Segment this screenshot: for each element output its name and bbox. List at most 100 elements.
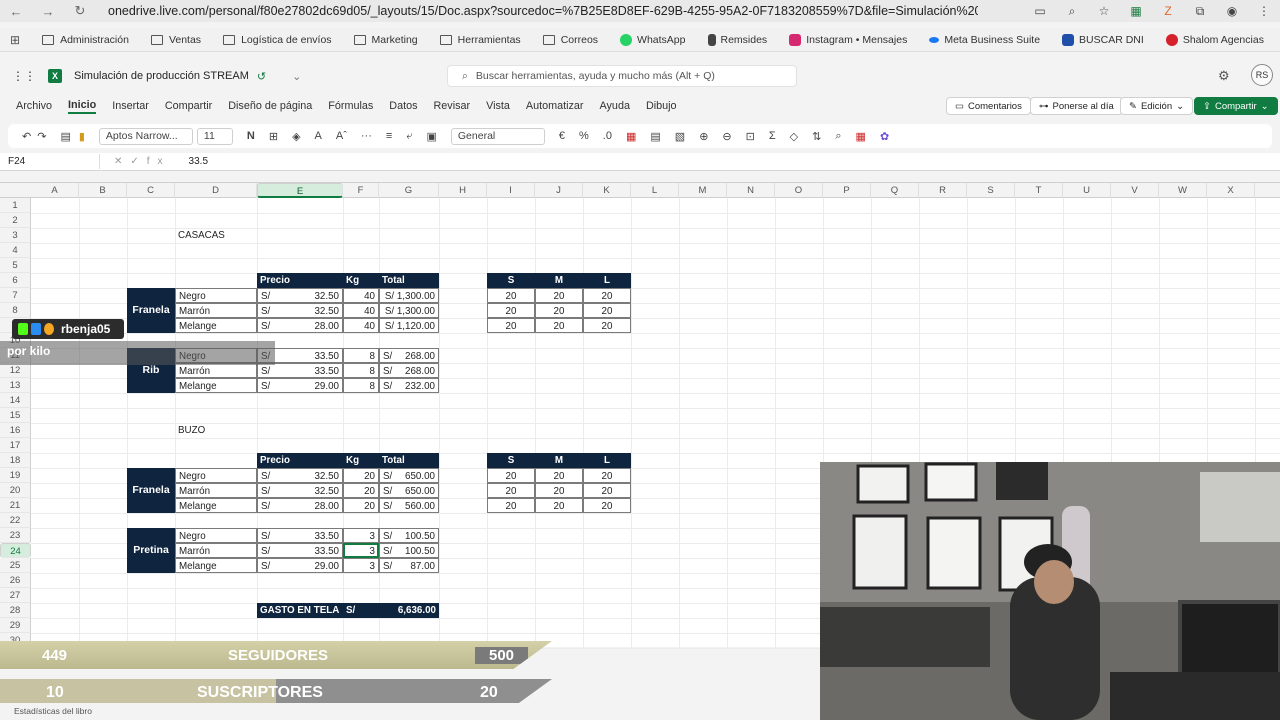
format-painter-icon[interactable]: ▮ — [79, 130, 85, 143]
size-qty-cell[interactable]: 20 — [487, 303, 535, 318]
font-size-increase-icon[interactable]: Aˆ — [336, 130, 347, 142]
size-qty-cell[interactable]: 20 — [535, 303, 583, 318]
column-header-E[interactable]: E — [257, 183, 343, 198]
profile-icon[interactable]: ◉ — [1216, 4, 1248, 18]
column-header-T[interactable]: T — [1015, 183, 1063, 198]
price-cell[interactable]: 32.50 S/ — [257, 468, 343, 483]
header-size-l[interactable]: L — [583, 273, 631, 288]
apps-icon[interactable]: ⊞ — [10, 33, 20, 47]
total-cell[interactable]: 232.00 S/ — [379, 378, 439, 393]
tab-ayuda[interactable]: Ayuda — [600, 100, 630, 112]
total-cell[interactable]: 560.00 S/ — [379, 498, 439, 513]
row-header-24[interactable]: 24 — [0, 543, 31, 558]
column-header-M[interactable]: M — [679, 183, 727, 198]
tab-dibujo[interactable]: Dibujo — [646, 100, 677, 112]
row-header-18[interactable]: 18 — [0, 453, 31, 468]
row-header-23[interactable]: 23 — [0, 528, 31, 543]
size-qty-cell[interactable]: 20 — [583, 303, 631, 318]
row-header-3[interactable]: 3 — [0, 228, 31, 243]
row-header-12[interactable]: 12 — [0, 363, 31, 378]
bookmark-administracion[interactable]: Administración — [42, 34, 129, 46]
price-cell[interactable]: 28.00 S/ — [257, 318, 343, 333]
decimals-icon[interactable]: .0 — [603, 130, 612, 142]
kg-cell[interactable]: 3 — [343, 543, 379, 558]
percent-icon[interactable]: % — [579, 130, 589, 142]
extension-excel-icon[interactable]: ▦ — [1120, 4, 1152, 18]
tab-compartir[interactable]: Compartir — [165, 100, 212, 112]
total-cell[interactable]: S/ 1,120.00 — [379, 318, 439, 333]
category-franela[interactable]: Franela — [127, 288, 175, 333]
size-qty-cell[interactable]: 20 — [583, 498, 631, 513]
size-qty-cell[interactable]: 20 — [535, 468, 583, 483]
formula-input[interactable]: 33.5 — [189, 156, 208, 167]
section-title-buzo[interactable]: BUZO — [175, 423, 257, 438]
bookmark-ventas[interactable]: Ventas — [150, 34, 201, 46]
kg-cell[interactable]: 40 — [343, 288, 379, 303]
bookmark-dni[interactable]: BUSCAR DNI — [1062, 33, 1144, 46]
total-cell[interactable]: 650.00 S/ — [379, 483, 439, 498]
column-header-L[interactable]: L — [631, 183, 679, 198]
header-size-s[interactable]: S — [487, 453, 535, 468]
header-size-m[interactable]: M — [535, 453, 583, 468]
price-cell[interactable]: 33.50S/ — [257, 363, 343, 378]
row-header-28[interactable]: 28 — [0, 603, 31, 618]
gasto-label[interactable]: GASTO EN TELA — [257, 603, 343, 618]
clipboard-icon[interactable]: ▭ — [1024, 4, 1056, 18]
row-header-7[interactable]: 7 — [0, 288, 31, 303]
zoom-icon[interactable]: ⌕ — [1056, 4, 1088, 19]
copilot-icon[interactable]: ✿ — [880, 130, 889, 143]
font-name-select[interactable]: Aptos Narrow... — [98, 127, 193, 145]
wrap-text-icon[interactable]: ⤶ — [406, 130, 412, 143]
price-cell[interactable]: 29.00 S/ — [257, 378, 343, 393]
addins-icon[interactable]: ▦ — [856, 130, 866, 143]
chevron-down-icon[interactable]: ⌄ — [292, 70, 301, 83]
row-header-13[interactable]: 13 — [0, 378, 31, 393]
row-header-21[interactable]: 21 — [0, 498, 31, 513]
color-cell[interactable]: Negro — [175, 468, 257, 483]
column-header-I[interactable]: I — [487, 183, 535, 198]
bookmark-herramientas[interactable]: Herramientas — [439, 34, 521, 46]
row-header-25[interactable]: 25 — [0, 558, 31, 573]
column-header-K[interactable]: K — [583, 183, 631, 198]
bookmark-shalom[interactable]: Shalom Agencias — [1165, 33, 1264, 46]
size-qty-cell[interactable]: 20 — [583, 318, 631, 333]
size-qty-cell[interactable]: 20 — [535, 498, 583, 513]
font-size-select[interactable]: 11 — [196, 127, 233, 145]
size-qty-cell[interactable]: 20 — [487, 498, 535, 513]
document-title[interactable]: Simulación de producción STREAM — [74, 70, 249, 82]
color-cell[interactable]: Marrón — [175, 543, 257, 558]
clear-icon[interactable]: ◇ — [790, 130, 798, 143]
row-header-6[interactable]: 6 — [0, 273, 31, 288]
more-icon[interactable]: ··· — [361, 130, 372, 142]
row-header-20[interactable]: 20 — [0, 483, 31, 498]
tab-automatizar[interactable]: Automatizar — [526, 100, 584, 112]
tab-inicio[interactable]: Inicio — [68, 99, 97, 114]
column-header-S[interactable]: S — [967, 183, 1015, 198]
tab-revisar[interactable]: Revisar — [434, 100, 471, 112]
bookmark-marketing[interactable]: Marketing — [353, 34, 418, 46]
currency-icon[interactable]: € — [559, 130, 565, 142]
header-kg[interactable]: Kg — [343, 453, 379, 468]
price-cell[interactable]: 28.00 S/ — [257, 498, 343, 513]
column-header-F[interactable]: F — [343, 183, 379, 198]
color-cell[interactable]: Melange — [175, 558, 257, 573]
gasto-currency[interactable]: S/ — [343, 603, 379, 618]
catchup-button[interactable]: ⊶ Ponerse al día — [1030, 97, 1123, 115]
row-header-1[interactable]: 1 — [0, 198, 31, 213]
total-cell[interactable]: S/ 1,300.00 — [379, 288, 439, 303]
row-header-5[interactable]: 5 — [0, 258, 31, 273]
fx-icon[interactable]: ✕✓fx — [114, 156, 171, 167]
total-cell[interactable]: 100.50 S/ — [379, 528, 439, 543]
size-qty-cell[interactable]: 20 — [487, 483, 535, 498]
total-cell[interactable]: 268.00 S/ — [379, 363, 439, 378]
name-box[interactable]: F24 — [8, 154, 100, 169]
comments-button[interactable]: ▭ Comentarios — [946, 97, 1031, 115]
find-icon[interactable]: ⌕ — [835, 130, 841, 143]
format-table-icon[interactable]: ▤ — [650, 130, 660, 143]
row-header-26[interactable]: 26 — [0, 573, 31, 588]
redo-icon[interactable]: ↷ — [37, 130, 46, 143]
app-launcher-icon[interactable]: ⋮⋮ — [12, 69, 36, 83]
extension-z-icon[interactable]: Z — [1152, 4, 1184, 18]
delete-cells-icon[interactable]: ⊖ — [722, 130, 731, 143]
borders-icon[interactable]: ⊞ — [269, 130, 278, 143]
